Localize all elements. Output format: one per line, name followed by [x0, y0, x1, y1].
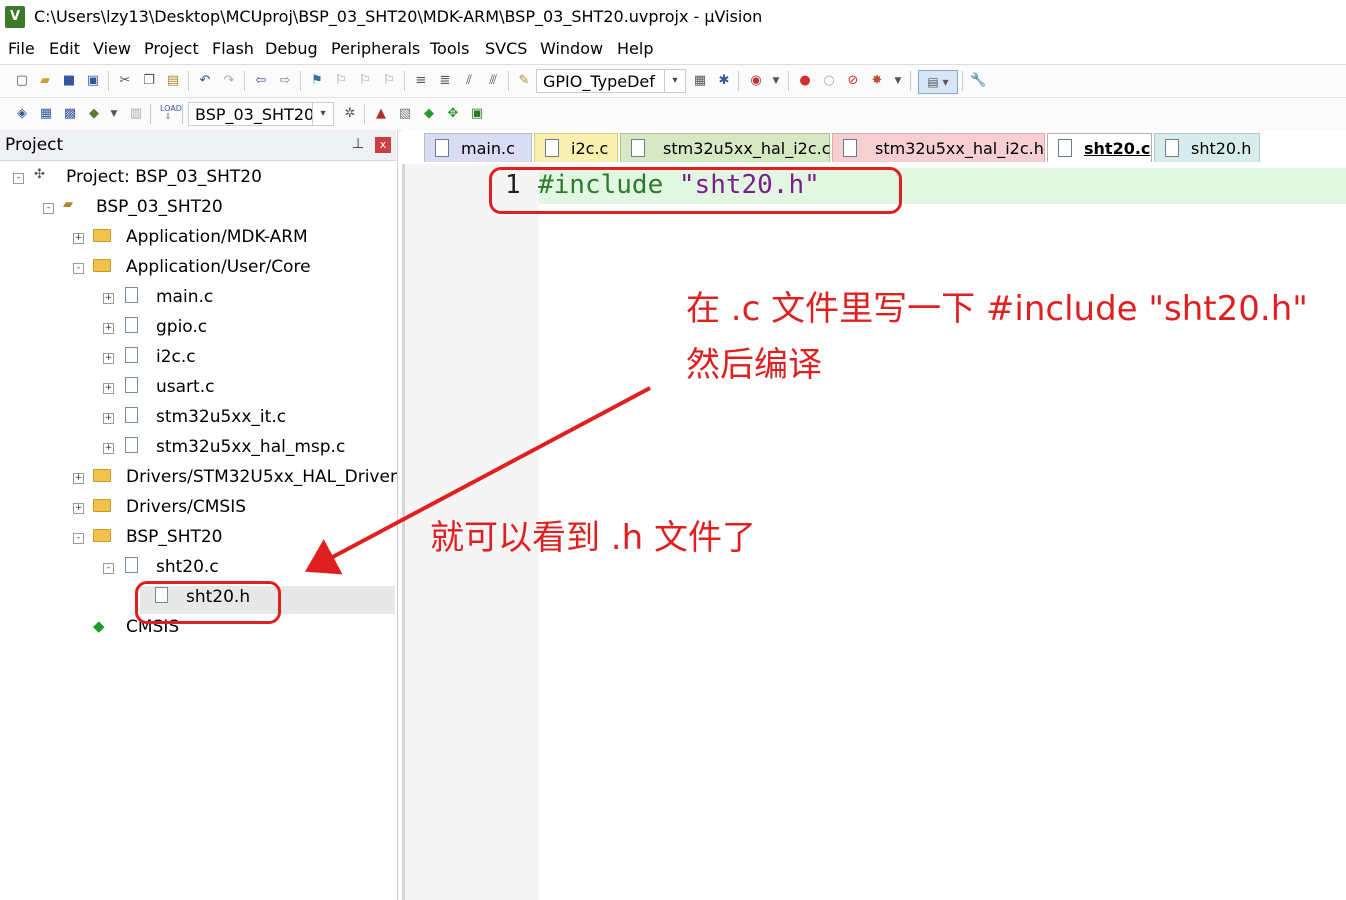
annotation-arrow-layer	[304, 386, 651, 575]
annotation-arrow	[304, 386, 651, 575]
